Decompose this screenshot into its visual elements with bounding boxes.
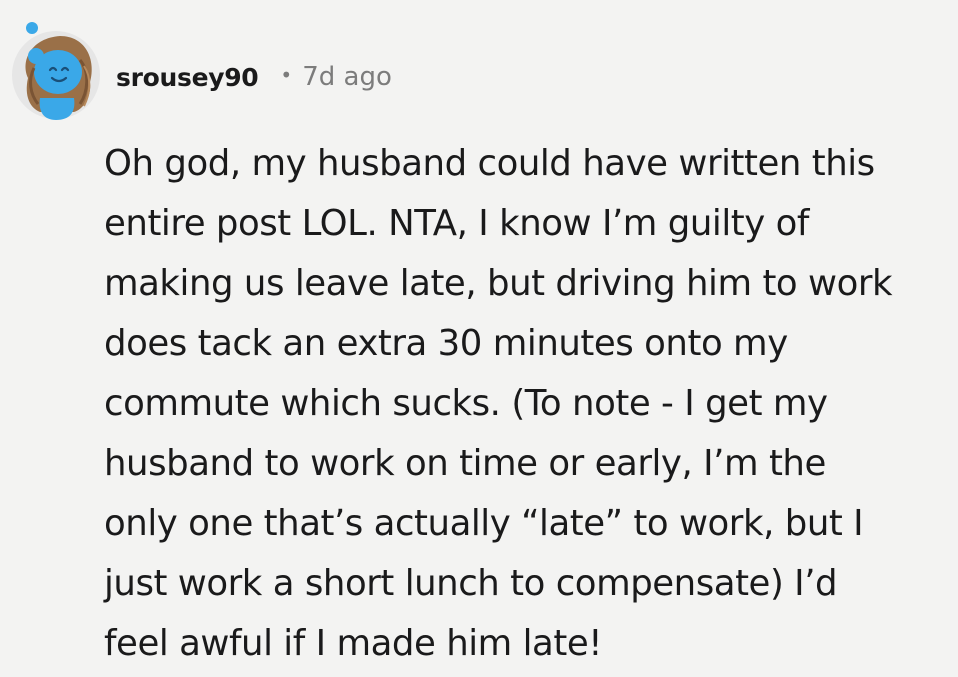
meta-separator: • [280, 63, 293, 87]
comment: srousey90 • 7d ago Oh god, my husband co… [0, 0, 958, 677]
username-link[interactable]: srousey90 [116, 63, 259, 92]
comment-line: husband to work on time or early, I’m th… [104, 443, 826, 484]
comment-line: feel awful if I made him late! [104, 623, 602, 664]
comment-line: just work a short lunch to compensate) I… [104, 563, 838, 604]
comment-line: only one that’s actually “late” to work,… [104, 503, 864, 544]
timestamp[interactable]: 7d ago [302, 62, 392, 92]
comment-body: Oh god, my husband could have written th… [104, 134, 944, 674]
comment-line: commute which sucks. (To note - I get my [104, 383, 828, 424]
avatar[interactable] [10, 20, 102, 120]
comment-line: entire post LOL. NTA, I know I’m guilty … [104, 203, 809, 244]
comment-line: does tack an extra 30 minutes onto my [104, 323, 788, 364]
comment-line: Oh god, my husband could have written th… [104, 143, 875, 184]
comment-line: making us leave late, but driving him to… [104, 263, 893, 304]
snoo-avatar-icon [12, 22, 100, 120]
comment-meta: srousey90 • 7d ago [116, 55, 392, 99]
